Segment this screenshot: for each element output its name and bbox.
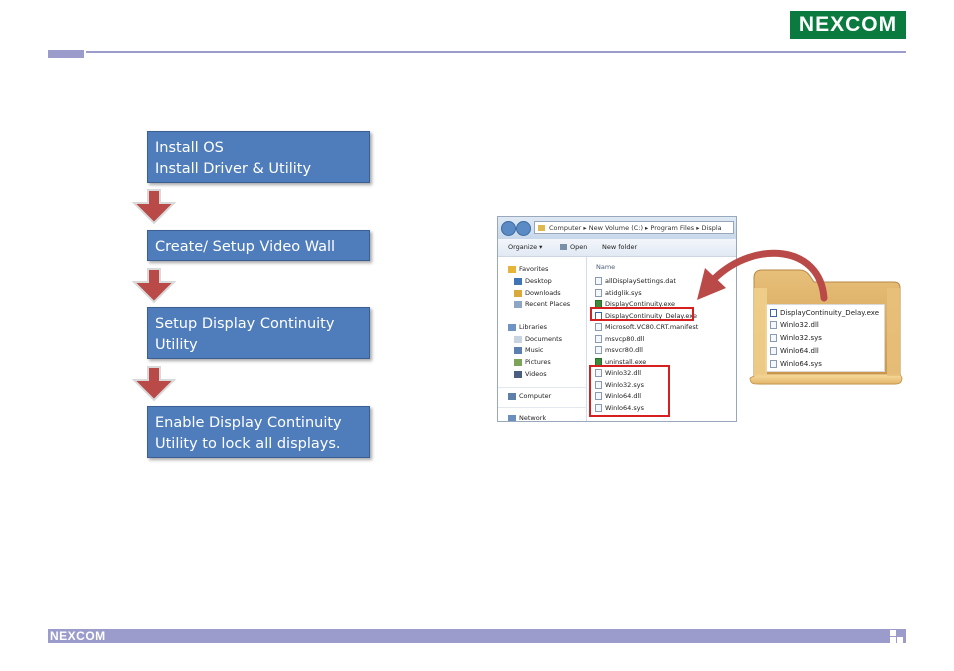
nav-network[interactable]: Network xyxy=(508,414,547,422)
file-row[interactable]: allDisplaySettings.dat xyxy=(595,276,676,287)
forward-icon[interactable] xyxy=(516,221,531,236)
file-name: Microsoft.VC80.CRT.manifest xyxy=(605,323,699,331)
recent-places-icon xyxy=(514,300,522,308)
flow-step-text: Install Driver & Utility xyxy=(155,161,312,177)
footer-decor xyxy=(890,630,896,636)
libraries-icon xyxy=(508,323,516,331)
nav-label: Libraries xyxy=(519,323,548,331)
file-icon xyxy=(595,335,602,343)
open-button[interactable]: Open xyxy=(570,239,587,256)
header-rule xyxy=(86,51,906,53)
footer-logo: NEXCOM xyxy=(50,629,106,643)
flow-step-text: Utility xyxy=(155,337,198,353)
nav-downloads[interactable]: Downloads xyxy=(514,289,561,297)
nav-pictures[interactable]: Pictures xyxy=(514,358,551,366)
nav-divider xyxy=(498,407,586,408)
nav-label: Music xyxy=(525,346,544,354)
music-icon xyxy=(514,346,522,354)
open-icon xyxy=(560,244,567,250)
address-bar[interactable]: Computer ▸ New Volume (C:) ▸ Program Fil… xyxy=(534,221,734,234)
file-name: allDisplaySettings.dat xyxy=(605,277,676,285)
documents-icon xyxy=(514,335,522,343)
flow-step-video-wall: Create/ Setup Video Wall xyxy=(147,230,370,261)
computer-icon xyxy=(508,392,516,400)
nav-divider xyxy=(498,387,586,388)
network-icon xyxy=(508,414,516,421)
folder-icon xyxy=(538,225,545,231)
footer-bar: NEXCOM xyxy=(48,629,906,643)
header-accent-block xyxy=(48,50,84,58)
nav-label: Downloads xyxy=(525,289,561,297)
nav-videos[interactable]: Videos xyxy=(514,370,547,378)
file-name: msvcr80.dll xyxy=(605,346,643,354)
address-text: Computer ▸ New Volume (C:) ▸ Program Fil… xyxy=(549,224,722,232)
videos-icon xyxy=(514,370,522,378)
column-header-name[interactable]: Name xyxy=(596,263,615,271)
down-arrow-icon xyxy=(131,366,177,402)
file-name: msvcp80.dll xyxy=(605,335,645,343)
nexcom-logo: NEXCOM xyxy=(790,11,906,39)
flow-step-enable-lock: Enable Display Continuity Utility to loc… xyxy=(147,406,370,458)
nav-computer[interactable]: Computer xyxy=(508,392,551,400)
star-icon xyxy=(508,265,516,273)
nav-label: Pictures xyxy=(525,358,551,366)
highlight-delay-exe xyxy=(590,307,694,321)
flow-step-text: Setup Display Continuity xyxy=(155,316,335,332)
nav-label: Computer xyxy=(519,392,552,400)
new-folder-button[interactable]: New folder xyxy=(602,239,637,256)
file-name: atidglik.sys xyxy=(605,289,642,297)
address-area: Computer ▸ New Volume (C:) ▸ Program Fil… xyxy=(498,217,736,239)
file-row[interactable]: msvcr80.dll xyxy=(595,345,643,356)
back-icon[interactable] xyxy=(501,221,516,236)
pictures-icon xyxy=(514,358,522,366)
file-icon xyxy=(595,277,602,285)
highlight-winlo-files xyxy=(589,365,670,417)
file-icon xyxy=(595,346,602,354)
file-row[interactable]: atidglik.sys xyxy=(595,288,642,299)
desktop-icon xyxy=(514,277,522,285)
logo-text: NEXCOM xyxy=(798,13,898,36)
flow-step-text: Create/ Setup Video Wall xyxy=(155,239,336,255)
nav-label: Network xyxy=(519,414,547,422)
file-icon xyxy=(595,323,602,331)
file-row[interactable]: Microsoft.VC80.CRT.manifest xyxy=(595,322,698,333)
flow-step-text: Utility to lock all displays. xyxy=(155,436,341,452)
nav-label: Documents xyxy=(525,335,563,343)
file-icon xyxy=(595,289,602,297)
nav-label: Desktop xyxy=(525,277,552,285)
nav-label: Videos xyxy=(525,370,547,378)
explorer-toolbar: Organize ▾ Open New folder xyxy=(498,239,736,257)
footer-decor xyxy=(897,637,903,643)
nav-recent-places[interactable]: Recent Places xyxy=(514,300,570,308)
downloads-icon xyxy=(514,289,522,297)
file-row[interactable]: msvcp80.dll xyxy=(595,334,644,345)
navigation-pane: Favorites Desktop Downloads Recent Place… xyxy=(498,257,587,421)
nav-favorites[interactable]: Favorites xyxy=(508,265,548,273)
down-arrow-icon xyxy=(131,268,177,304)
folder-front-icon xyxy=(749,288,903,385)
nav-music[interactable]: Music xyxy=(514,346,544,354)
nav-libraries[interactable]: Libraries xyxy=(508,323,547,331)
footer-decor xyxy=(890,637,896,643)
flow-step-install: Install OS Install Driver & Utility xyxy=(147,131,370,183)
nav-documents[interactable]: Documents xyxy=(514,335,562,343)
nav-label: Recent Places xyxy=(525,300,571,308)
nav-label: Favorites xyxy=(519,265,549,273)
flow-step-text: Install OS xyxy=(155,140,224,156)
flow-step-setup-utility: Setup Display Continuity Utility xyxy=(147,307,370,359)
down-arrow-icon xyxy=(131,189,177,225)
organize-button[interactable]: Organize ▾ xyxy=(508,239,542,256)
flow-step-text: Enable Display Continuity xyxy=(155,415,342,431)
nav-desktop[interactable]: Desktop xyxy=(514,277,552,285)
